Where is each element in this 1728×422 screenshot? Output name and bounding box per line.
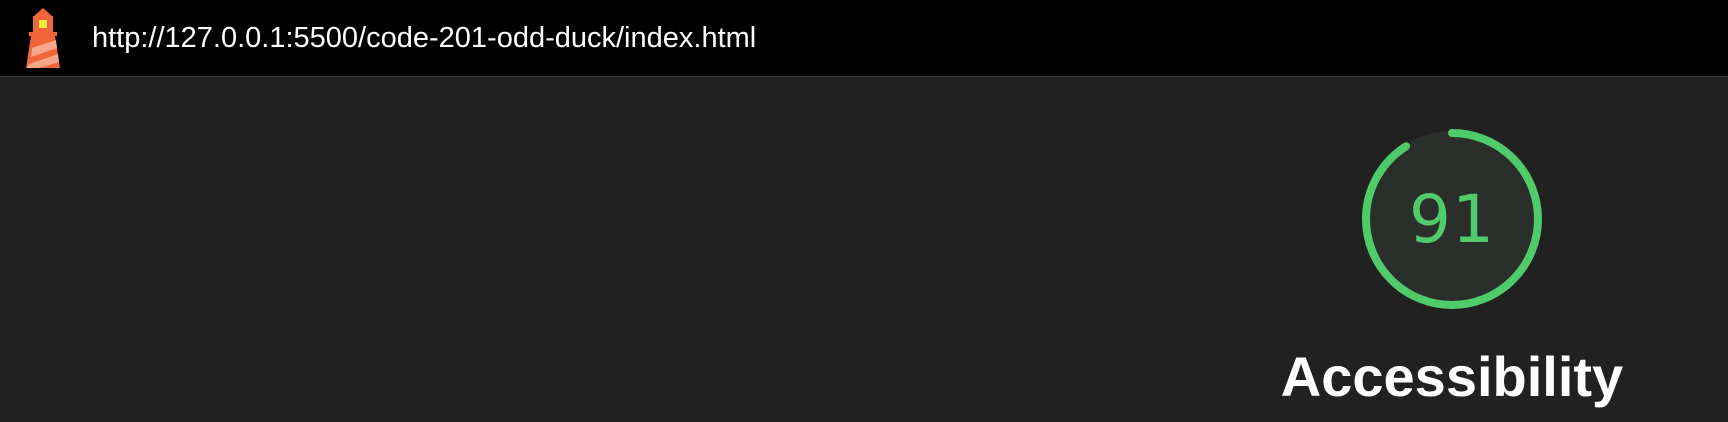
page-url[interactable]: http://127.0.0.1:5500/code-201-odd-duck/… [92, 20, 756, 56]
gauge-title: Accessibility [1280, 345, 1624, 408]
lighthouse-icon [22, 8, 64, 68]
gauge-score: 91 [1409, 180, 1495, 258]
accessibility-gauge[interactable]: 91 [1360, 127, 1544, 311]
report-header: http://127.0.0.1:5500/code-201-odd-duck/… [0, 0, 1728, 77]
